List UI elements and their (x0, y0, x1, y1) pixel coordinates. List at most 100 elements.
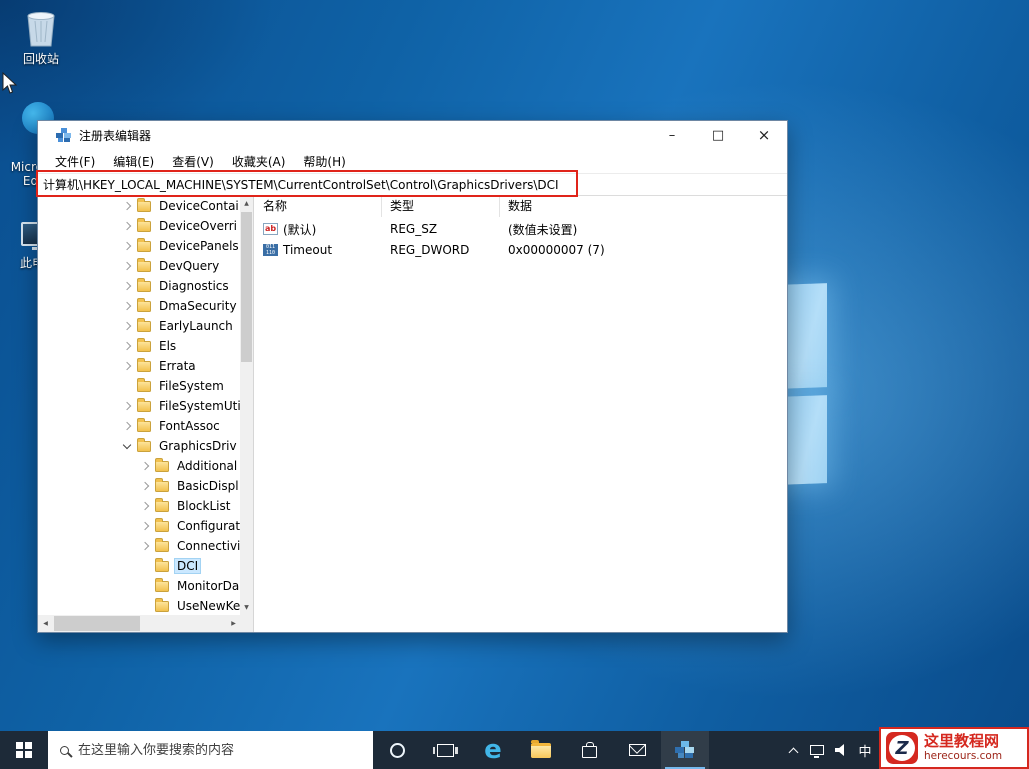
chevron-down-icon[interactable] (123, 441, 131, 449)
chevron-right-icon[interactable] (123, 402, 131, 410)
chevron-right-icon[interactable] (141, 482, 149, 490)
column-header-data[interactable]: 数据 (500, 196, 787, 217)
scrollbar-thumb[interactable] (241, 212, 252, 362)
task-view-button[interactable] (421, 731, 469, 769)
desktop-icon-label: 回收站 (23, 52, 59, 66)
tree-item-errata[interactable]: Errata (38, 356, 253, 376)
store-bag-icon (582, 746, 597, 758)
chevron-right-icon[interactable] (123, 242, 131, 250)
folder-icon (155, 461, 169, 472)
folder-icon (137, 281, 151, 292)
tree-item-basicdispl[interactable]: BasicDispl (38, 476, 253, 496)
close-button[interactable]: × (741, 121, 787, 150)
scroll-down-icon[interactable]: ▼ (240, 600, 253, 615)
desktop-icon-recycle-bin[interactable]: 回收站 (12, 8, 70, 66)
tree-horizontal-scrollbar[interactable]: ◀ ▶ (38, 615, 241, 632)
tree-item-configurat[interactable]: Configurat (38, 516, 253, 536)
watermark-logo: Z (886, 732, 918, 764)
column-header-type[interactable]: 类型 (382, 196, 500, 217)
folder-icon (137, 401, 151, 412)
menu-view[interactable]: 查看(V) (163, 153, 223, 170)
tree-item-blocklist[interactable]: BlockList (38, 496, 253, 516)
folder-icon (155, 521, 169, 532)
folder-icon (137, 361, 151, 372)
chevron-right-icon[interactable] (123, 222, 131, 230)
regedit-app-icon (56, 128, 72, 143)
folder-icon (155, 501, 169, 512)
chevron-right-icon[interactable] (123, 282, 131, 290)
folder-icon (137, 201, 151, 212)
tree-item-graphicsdrivers[interactable]: GraphicsDriv (38, 436, 253, 456)
folder-icon (137, 241, 151, 252)
tree-item-diagnostics[interactable]: Diagnostics (38, 276, 253, 296)
start-button[interactable] (0, 731, 48, 769)
tree-item-filesystemuti[interactable]: FileSystemUti (38, 396, 253, 416)
menu-edit[interactable]: 编辑(E) (104, 153, 163, 170)
hidden-icons-button[interactable] (781, 731, 805, 769)
edge-taskbar-button[interactable] (469, 731, 517, 769)
cortana-button[interactable] (373, 731, 421, 769)
chevron-right-icon[interactable] (123, 322, 131, 330)
scroll-right-icon[interactable]: ▶ (226, 615, 241, 632)
tree-item-devicepanels[interactable]: DevicePanels (38, 236, 253, 256)
network-button[interactable] (805, 731, 829, 769)
tree-item-dci[interactable]: DCI (38, 556, 253, 576)
tree-item-usenewke[interactable]: UseNewKe (38, 596, 253, 616)
value-data: 0x00000007 (7) (500, 243, 787, 257)
menu-file[interactable]: 文件(F) (46, 153, 104, 170)
tree-item-filesystem[interactable]: FileSystem (38, 376, 253, 396)
store-button[interactable] (565, 731, 613, 769)
tree-item-devquery[interactable]: DevQuery (38, 256, 253, 276)
chevron-right-icon[interactable] (123, 302, 131, 310)
tree-item-earlylaunch[interactable]: EarlyLaunch (38, 316, 253, 336)
chevron-right-icon[interactable] (141, 522, 149, 530)
scrollbar-thumb[interactable] (54, 616, 140, 631)
column-header-name[interactable]: 名称 (255, 196, 382, 217)
mail-button[interactable] (613, 731, 661, 769)
file-explorer-button[interactable] (517, 731, 565, 769)
chevron-right-icon[interactable] (123, 202, 131, 210)
folder-icon (155, 561, 169, 572)
chevron-right-icon[interactable] (123, 262, 131, 270)
minimize-button[interactable]: – (649, 121, 695, 150)
chevron-right-icon[interactable] (141, 462, 149, 470)
reg-sz-icon (263, 223, 278, 235)
taskbar-search-box[interactable] (48, 731, 373, 769)
chevron-right-icon[interactable] (141, 502, 149, 510)
folder-icon (137, 261, 151, 272)
menu-bar: 文件(F) 编辑(E) 查看(V) 收藏夹(A) 帮助(H) (38, 150, 787, 173)
chevron-right-icon[interactable] (123, 362, 131, 370)
chevron-right-icon[interactable] (123, 342, 131, 350)
folder-icon (531, 743, 551, 758)
tree-vertical-scrollbar[interactable]: ▲ ▼ (240, 196, 253, 615)
tree-item-additional[interactable]: Additional (38, 456, 253, 476)
tree-item-dmasecurity[interactable]: DmaSecurity (38, 296, 253, 316)
ime-indicator[interactable]: 中 (853, 731, 877, 769)
scroll-left-icon[interactable]: ◀ (38, 615, 53, 632)
value-type: REG_DWORD (382, 243, 500, 257)
menu-help[interactable]: 帮助(H) (294, 153, 354, 170)
address-bar[interactable]: 计算机\HKEY_LOCAL_MACHINE\SYSTEM\CurrentCon… (38, 173, 787, 196)
registry-value-row-timeout[interactable]: Timeout REG_DWORD 0x00000007 (7) (255, 240, 787, 260)
regedit-taskbar-button[interactable] (661, 731, 709, 769)
menu-favorites[interactable]: 收藏夹(A) (223, 153, 295, 170)
tree-item-monitorda[interactable]: MonitorDa (38, 576, 253, 596)
folder-icon (137, 341, 151, 352)
chevron-right-icon[interactable] (123, 422, 131, 430)
folder-icon (137, 321, 151, 332)
volume-button[interactable] (829, 731, 853, 769)
tree-item-els[interactable]: Els (38, 336, 253, 356)
value-name: (默认) (283, 221, 316, 238)
maximize-button[interactable]: □ (695, 121, 741, 150)
scroll-up-icon[interactable]: ▲ (240, 196, 253, 211)
search-input[interactable] (78, 743, 353, 758)
tree-item-devicecontai[interactable]: DeviceContai (38, 196, 253, 216)
title-bar[interactable]: 注册表编辑器 – □ × (38, 121, 787, 150)
chevron-up-icon (788, 747, 798, 757)
tree-item-connectivi[interactable]: Connectivi (38, 536, 253, 556)
tree-item-deviceoverri[interactable]: DeviceOverri (38, 216, 253, 236)
tree-item-fontassoc[interactable]: FontAssoc (38, 416, 253, 436)
chevron-right-icon[interactable] (141, 542, 149, 550)
registry-values-pane: 名称 类型 数据 (默认) REG_SZ (数值未设置) Timeout REG… (255, 196, 787, 632)
registry-value-row-default[interactable]: (默认) REG_SZ (数值未设置) (255, 219, 787, 239)
